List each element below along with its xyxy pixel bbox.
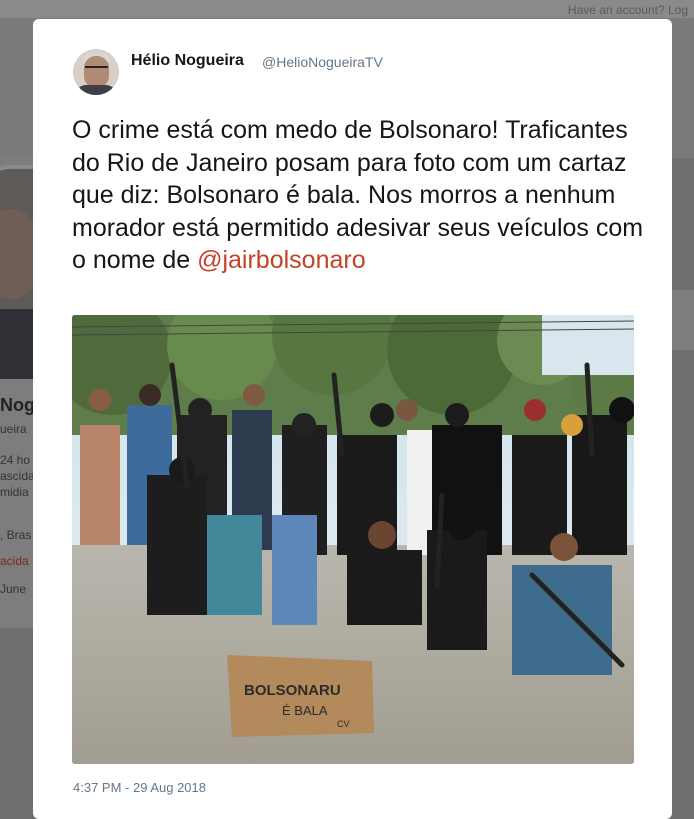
profile-joined-date: June bbox=[0, 582, 27, 596]
profile-location: , Bras bbox=[0, 528, 32, 542]
author-name[interactable]: Hélio Nogueira bbox=[131, 52, 244, 70]
sign-text-line1: BOLSONARU bbox=[244, 682, 341, 699]
photo-illustration: BOLSONARU É BALA CV bbox=[72, 315, 634, 764]
sidebar-panel-edge bbox=[672, 290, 694, 350]
author-avatar[interactable] bbox=[73, 49, 119, 95]
tweet-photo[interactable]: BOLSONARU É BALA CV bbox=[72, 315, 634, 764]
cardboard-sign: BOLSONARU É BALA CV bbox=[227, 655, 374, 737]
avatar-shirt bbox=[76, 85, 116, 95]
tweet-modal: Hélio Nogueira @HelioNogueiraTV O crime … bbox=[33, 19, 672, 819]
bio-line: midia bbox=[0, 485, 29, 499]
author-handle[interactable]: @HelioNogueiraTV bbox=[262, 54, 383, 70]
tweet-timestamp[interactable]: 4:37 PM - 29 Aug 2018 bbox=[73, 780, 206, 795]
profile-website-link[interactable]: acida bbox=[0, 554, 29, 568]
avatar-glasses bbox=[85, 66, 108, 73]
top-navigation-bar: Have an account? Log bbox=[0, 0, 694, 18]
login-link[interactable]: Have an account? Log bbox=[568, 3, 688, 17]
profile-handle: ueira bbox=[0, 422, 27, 436]
avatar-face bbox=[0, 209, 36, 299]
bio-line: 24 ho bbox=[0, 453, 31, 467]
mention-link[interactable]: @jairbolsonaro bbox=[197, 246, 366, 274]
profile-bio: 24 ho ascida midia bbox=[0, 452, 35, 500]
tweet-text: O crime está com medo de Bolsonaro! Traf… bbox=[72, 114, 652, 277]
sign-text-line2: É BALA bbox=[282, 703, 328, 718]
bio-line: ascida bbox=[0, 469, 35, 483]
sign-text-line3: CV bbox=[337, 719, 350, 729]
